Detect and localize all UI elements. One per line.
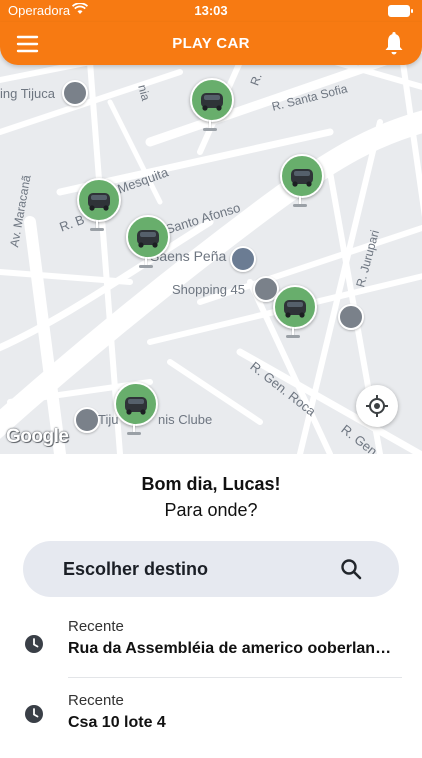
recent-destination-item[interactable]: Recente Csa 10 lote 4 [0,686,422,758]
search-placeholder: Escolher destino [63,559,209,579]
car-icon [190,78,234,122]
car-marker[interactable] [190,78,234,134]
list-divider [68,677,402,678]
recent-address: Rua da Assembléia de americo ooberlan… [68,640,392,657]
app-title: PLAY CAR [172,35,250,52]
place-label-shopping: Shopping 45 [172,282,246,297]
destination-panel: Bom dia, Lucas! Para onde? Escolher dest… [0,454,422,750]
clock-icon [24,704,44,724]
recent-destination-item[interactable]: Recente Rua da Assembléia de americo oob… [0,610,422,682]
map-view[interactable]: R. Santa Sofia R. Santo Afonso Mesquita … [0,22,422,454]
recent-label: Recente [68,692,124,709]
car-marker[interactable] [77,178,121,234]
locate-me-button[interactable] [356,385,398,427]
crosshair-locate-icon [366,395,388,417]
google-attribution-logo: Google [6,426,69,447]
destination-question: Para onde? [164,500,258,520]
car-marker[interactable] [126,215,170,271]
recent-address: Csa 10 lote 4 [68,714,166,731]
app-header: PLAY CAR [0,22,422,65]
car-marker[interactable] [280,154,324,210]
car-marker[interactable] [114,382,158,438]
place-label-clube: nis Clube [158,412,213,427]
recent-label: Recente [68,618,124,635]
car-icon [114,382,158,426]
clock-icon [24,634,44,654]
battery-icon [388,5,413,17]
car-icon [273,285,317,329]
place-poi-icon[interactable] [74,407,100,433]
metro-station-icon[interactable] [230,246,256,272]
clock-time: 13:03 [194,3,228,18]
greeting-text: Bom dia, Lucas! [141,474,281,494]
car-icon [126,215,170,259]
car-marker[interactable] [273,285,317,341]
notifications-button[interactable] [382,31,406,57]
status-bar: Operadora 13:03 [0,0,422,22]
place-label-tijuca: ing Tijuca [0,86,55,101]
search-icon[interactable] [339,557,363,581]
bell-icon [385,32,403,55]
lock-poi-icon[interactable] [62,80,88,106]
hotel-poi-icon[interactable] [338,304,364,330]
destination-search-input[interactable]: Escolher destino [23,541,399,597]
car-icon [280,154,324,198]
car-icon [77,178,121,222]
